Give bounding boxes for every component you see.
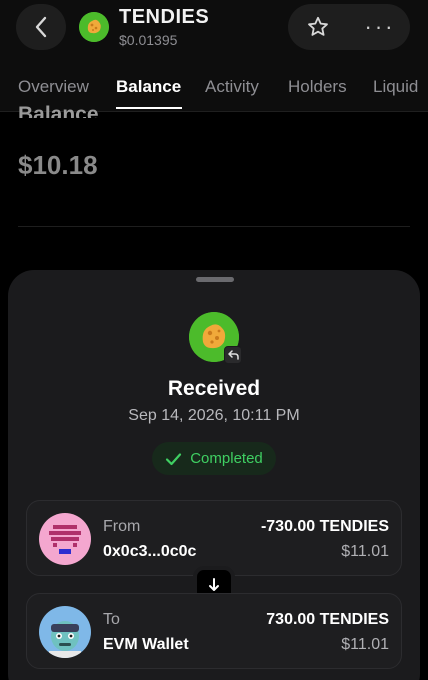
- header-actions: ···: [288, 4, 410, 50]
- sent-usd-value: $11.01: [341, 543, 389, 560]
- sender-address[interactable]: 0x0c3...0c0c: [103, 543, 196, 561]
- status-text: Completed: [190, 450, 263, 467]
- checkmark-icon: [166, 452, 182, 465]
- sent-amount: -730.00 TENDIES: [260, 518, 389, 535]
- status-badge: Completed: [152, 442, 276, 475]
- tab-liquidity[interactable]: Liquid: [373, 77, 418, 97]
- transaction-type: Received: [167, 377, 261, 400]
- back-button[interactable]: [16, 4, 66, 50]
- from-label: From: [103, 518, 141, 535]
- token-symbol: TENDIES: [119, 6, 210, 28]
- from-card[interactable]: From 0x0c3...0c0c -730.00 TENDIES $11.01: [26, 500, 402, 576]
- receive-badge: [224, 346, 242, 364]
- recipient-name[interactable]: EVM Wallet: [103, 636, 189, 654]
- top-header: TENDIES $0.01395 ···: [0, 0, 428, 62]
- received-usd-value: $11.01: [341, 636, 389, 653]
- more-options-button[interactable]: ···: [350, 4, 410, 50]
- favorite-button[interactable]: [288, 4, 348, 50]
- sender-avatar: [39, 513, 91, 565]
- balance-value: $10.18: [18, 150, 98, 180]
- more-icon: ···: [364, 14, 396, 39]
- tab-activity[interactable]: Activity: [205, 77, 259, 97]
- received-amount: 730.00 TENDIES: [266, 611, 389, 628]
- chevron-left-icon: [35, 16, 47, 38]
- tab-balance[interactable]: Balance: [116, 77, 181, 97]
- star-icon: [308, 16, 328, 36]
- token-logo: [79, 12, 109, 42]
- to-label: To: [103, 611, 120, 628]
- active-tab-indicator: [116, 107, 182, 109]
- balance-heading: Balance: [18, 103, 99, 118]
- sheet-grabber[interactable]: [196, 277, 234, 282]
- arrow-down-icon: [209, 578, 219, 591]
- transaction-date: Sep 14, 2026, 10:11 PM: [128, 407, 300, 424]
- recipient-avatar: [39, 606, 91, 658]
- to-card[interactable]: To EVM Wallet 730.00 TENDIES $11.01: [26, 593, 402, 669]
- reply-arrow-icon: [227, 350, 239, 360]
- tab-overview[interactable]: Overview: [18, 77, 89, 97]
- tab-holders[interactable]: Holders: [288, 77, 347, 97]
- token-price: $0.01395: [119, 32, 178, 48]
- divider: [18, 226, 410, 227]
